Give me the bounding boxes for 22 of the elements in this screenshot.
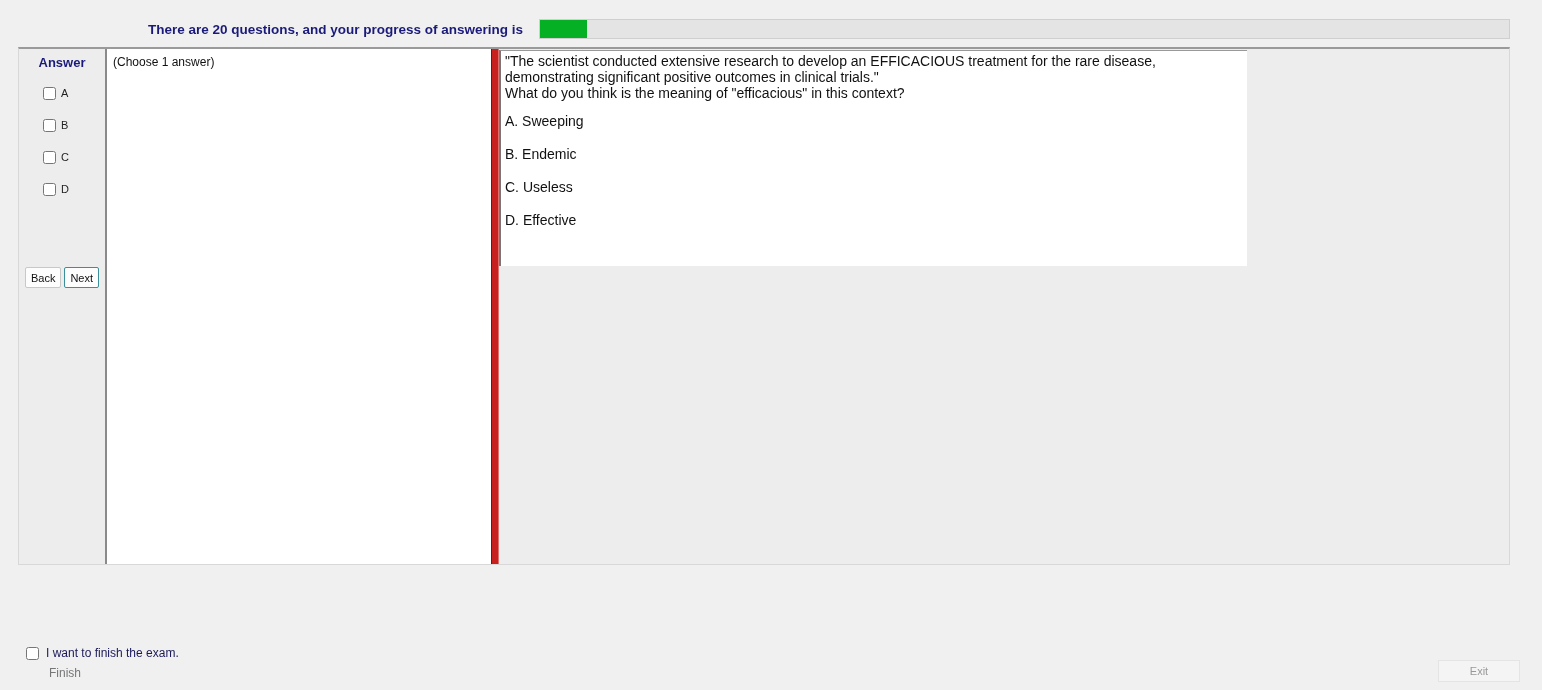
instruction-text: (Choose 1 answer) xyxy=(112,54,216,71)
option-label: C xyxy=(61,151,69,163)
choice-text: C. Useless xyxy=(505,178,574,197)
progress-label: There are 20 questions, and your progress of answering is xyxy=(146,21,523,37)
next-button[interactable]: Next xyxy=(64,267,100,288)
finish-label: I want to finish the exam. xyxy=(46,646,179,660)
choice-text: D. Effective xyxy=(505,211,578,230)
splitter[interactable] xyxy=(491,49,499,564)
answer-checkbox[interactable] xyxy=(43,86,56,100)
question-text: "The scientist conducted extensive research to develop an EFFICACIOUS treatment for the rare disease, demonstrating significant positive outcomes in clinical trials." xyxy=(505,53,1157,85)
back-button[interactable]: Back xyxy=(24,267,62,288)
option-label: A xyxy=(61,87,69,99)
answer-heading: Answer xyxy=(38,55,86,70)
option-label: D xyxy=(61,183,69,195)
answer-checkbox[interactable] xyxy=(43,150,56,164)
option-label: B xyxy=(61,119,69,131)
answer-checkbox[interactable] xyxy=(43,118,56,132)
choice-text: A. Sweeping xyxy=(505,112,585,131)
choice-text: B. Endemic xyxy=(505,145,578,164)
finish-checkbox[interactable] xyxy=(26,646,39,660)
question-text: What do you think is the meaning of "efficacious" in this context? xyxy=(505,85,906,101)
answer-checkbox[interactable] xyxy=(43,182,56,196)
